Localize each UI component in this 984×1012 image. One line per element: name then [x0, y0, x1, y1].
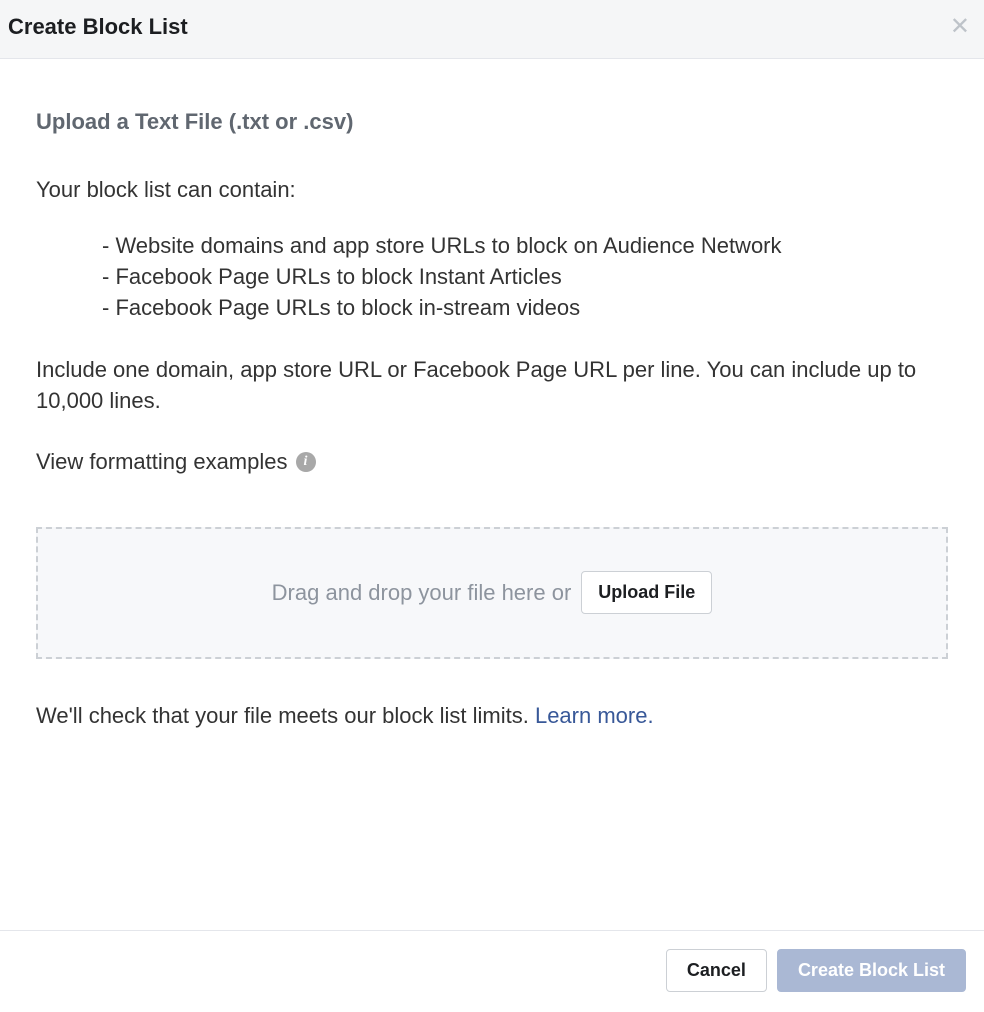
dialog-content: Upload a Text File (.txt or .csv) Your b…	[0, 59, 984, 930]
formatting-examples-label: View formatting examples	[36, 449, 288, 475]
dialog-title: Create Block List	[8, 14, 188, 40]
file-dropzone[interactable]: Drag and drop your file here or Upload F…	[36, 527, 948, 659]
include-limit-text: Include one domain, app store URL or Fac…	[36, 355, 948, 417]
bullet-item: - Facebook Page URLs to block Instant Ar…	[102, 262, 948, 293]
block-list-intro: Your block list can contain:	[36, 177, 948, 203]
check-text: We'll check that your file meets our blo…	[36, 703, 535, 728]
info-icon[interactable]: i	[296, 452, 316, 472]
block-list-bullets: - Website domains and app store URLs to …	[36, 231, 948, 323]
dropzone-text: Drag and drop your file here or	[272, 580, 572, 606]
check-limits-text: We'll check that your file meets our blo…	[36, 703, 948, 729]
close-icon[interactable]: ✕	[950, 15, 970, 39]
upload-section-heading: Upload a Text File (.txt or .csv)	[36, 109, 948, 135]
bullet-item: - Facebook Page URLs to block in-stream …	[102, 293, 948, 324]
bullet-item: - Website domains and app store URLs to …	[102, 231, 948, 262]
create-block-list-button[interactable]: Create Block List	[777, 949, 966, 992]
formatting-row: View formatting examples i	[36, 449, 948, 475]
dialog-header: Create Block List ✕	[0, 0, 984, 59]
cancel-button[interactable]: Cancel	[666, 949, 767, 992]
dialog-footer: Cancel Create Block List	[0, 930, 984, 1012]
learn-more-link[interactable]: Learn more.	[535, 703, 654, 728]
upload-file-button[interactable]: Upload File	[581, 571, 712, 614]
